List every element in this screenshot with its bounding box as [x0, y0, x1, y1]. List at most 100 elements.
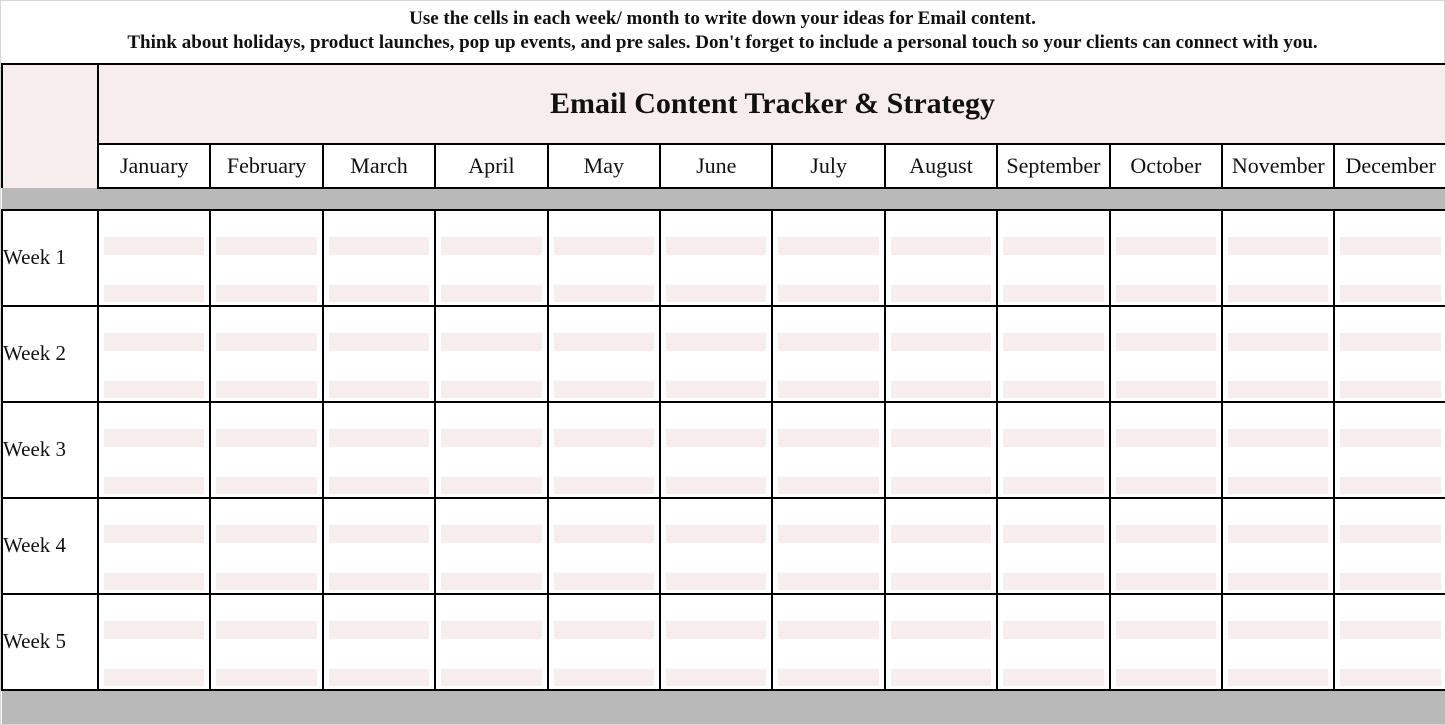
idea-cell[interactable] — [885, 234, 997, 258]
idea-cell[interactable] — [210, 330, 322, 354]
idea-cell[interactable] — [548, 426, 660, 450]
idea-cell[interactable] — [997, 234, 1109, 258]
idea-cell[interactable] — [772, 330, 884, 354]
idea-cell[interactable] — [772, 642, 884, 666]
idea-cell[interactable] — [1334, 402, 1445, 426]
idea-cell[interactable] — [323, 258, 435, 282]
idea-cell[interactable] — [435, 258, 547, 282]
idea-cell[interactable] — [885, 594, 997, 618]
idea-cell[interactable] — [323, 402, 435, 426]
idea-cell[interactable] — [1222, 210, 1334, 234]
idea-cell[interactable] — [660, 474, 772, 498]
idea-cell[interactable] — [1222, 546, 1334, 570]
idea-cell[interactable] — [1110, 522, 1222, 546]
idea-cell[interactable] — [98, 330, 210, 354]
idea-cell[interactable] — [1222, 354, 1334, 378]
idea-cell[interactable] — [772, 258, 884, 282]
idea-cell[interactable] — [1222, 498, 1334, 522]
idea-cell[interactable] — [772, 666, 884, 690]
idea-cell[interactable] — [1334, 618, 1445, 642]
idea-cell[interactable] — [997, 330, 1109, 354]
idea-cell[interactable] — [548, 354, 660, 378]
idea-cell[interactable] — [435, 378, 547, 402]
idea-cell[interactable] — [323, 522, 435, 546]
idea-cell[interactable] — [98, 522, 210, 546]
idea-cell[interactable] — [1222, 594, 1334, 618]
idea-cell[interactable] — [885, 498, 997, 522]
idea-cell[interactable] — [660, 258, 772, 282]
idea-cell[interactable] — [98, 354, 210, 378]
idea-cell[interactable] — [1110, 402, 1222, 426]
idea-cell[interactable] — [323, 498, 435, 522]
idea-cell[interactable] — [660, 450, 772, 474]
idea-cell[interactable] — [323, 234, 435, 258]
idea-cell[interactable] — [997, 210, 1109, 234]
idea-cell[interactable] — [660, 498, 772, 522]
idea-cell[interactable] — [660, 378, 772, 402]
idea-cell[interactable] — [1110, 234, 1222, 258]
idea-cell[interactable] — [885, 546, 997, 570]
idea-cell[interactable] — [98, 426, 210, 450]
idea-cell[interactable] — [1334, 570, 1445, 594]
idea-cell[interactable] — [210, 498, 322, 522]
idea-cell[interactable] — [660, 618, 772, 642]
idea-cell[interactable] — [772, 570, 884, 594]
idea-cell[interactable] — [997, 618, 1109, 642]
idea-cell[interactable] — [548, 450, 660, 474]
idea-cell[interactable] — [997, 570, 1109, 594]
idea-cell[interactable] — [997, 642, 1109, 666]
idea-cell[interactable] — [997, 402, 1109, 426]
idea-cell[interactable] — [997, 666, 1109, 690]
idea-cell[interactable] — [1334, 306, 1445, 330]
idea-cell[interactable] — [997, 306, 1109, 330]
idea-cell[interactable] — [772, 546, 884, 570]
idea-cell[interactable] — [1110, 450, 1222, 474]
idea-cell[interactable] — [1222, 378, 1334, 402]
idea-cell[interactable] — [1222, 522, 1334, 546]
idea-cell[interactable] — [435, 474, 547, 498]
idea-cell[interactable] — [772, 306, 884, 330]
idea-cell[interactable] — [660, 522, 772, 546]
idea-cell[interactable] — [98, 594, 210, 618]
idea-cell[interactable] — [1334, 450, 1445, 474]
idea-cell[interactable] — [98, 258, 210, 282]
idea-cell[interactable] — [210, 306, 322, 330]
idea-cell[interactable] — [1334, 594, 1445, 618]
idea-cell[interactable] — [885, 426, 997, 450]
idea-cell[interactable] — [1110, 618, 1222, 642]
idea-cell[interactable] — [435, 354, 547, 378]
idea-cell[interactable] — [997, 474, 1109, 498]
idea-cell[interactable] — [210, 594, 322, 618]
idea-cell[interactable] — [435, 426, 547, 450]
idea-cell[interactable] — [210, 522, 322, 546]
idea-cell[interactable] — [660, 642, 772, 666]
idea-cell[interactable] — [885, 354, 997, 378]
idea-cell[interactable] — [885, 306, 997, 330]
idea-cell[interactable] — [1110, 282, 1222, 306]
idea-cell[interactable] — [1110, 546, 1222, 570]
idea-cell[interactable] — [885, 474, 997, 498]
idea-cell[interactable] — [660, 570, 772, 594]
idea-cell[interactable] — [98, 570, 210, 594]
idea-cell[interactable] — [435, 282, 547, 306]
idea-cell[interactable] — [1110, 570, 1222, 594]
idea-cell[interactable] — [210, 378, 322, 402]
idea-cell[interactable] — [548, 666, 660, 690]
idea-cell[interactable] — [210, 474, 322, 498]
idea-cell[interactable] — [548, 570, 660, 594]
idea-cell[interactable] — [1334, 378, 1445, 402]
idea-cell[interactable] — [1110, 498, 1222, 522]
idea-cell[interactable] — [885, 282, 997, 306]
idea-cell[interactable] — [210, 450, 322, 474]
idea-cell[interactable] — [323, 570, 435, 594]
idea-cell[interactable] — [210, 402, 322, 426]
idea-cell[interactable] — [997, 522, 1109, 546]
idea-cell[interactable] — [548, 378, 660, 402]
idea-cell[interactable] — [885, 618, 997, 642]
idea-cell[interactable] — [435, 330, 547, 354]
idea-cell[interactable] — [435, 618, 547, 642]
idea-cell[interactable] — [548, 642, 660, 666]
idea-cell[interactable] — [98, 498, 210, 522]
idea-cell[interactable] — [660, 282, 772, 306]
idea-cell[interactable] — [1110, 642, 1222, 666]
